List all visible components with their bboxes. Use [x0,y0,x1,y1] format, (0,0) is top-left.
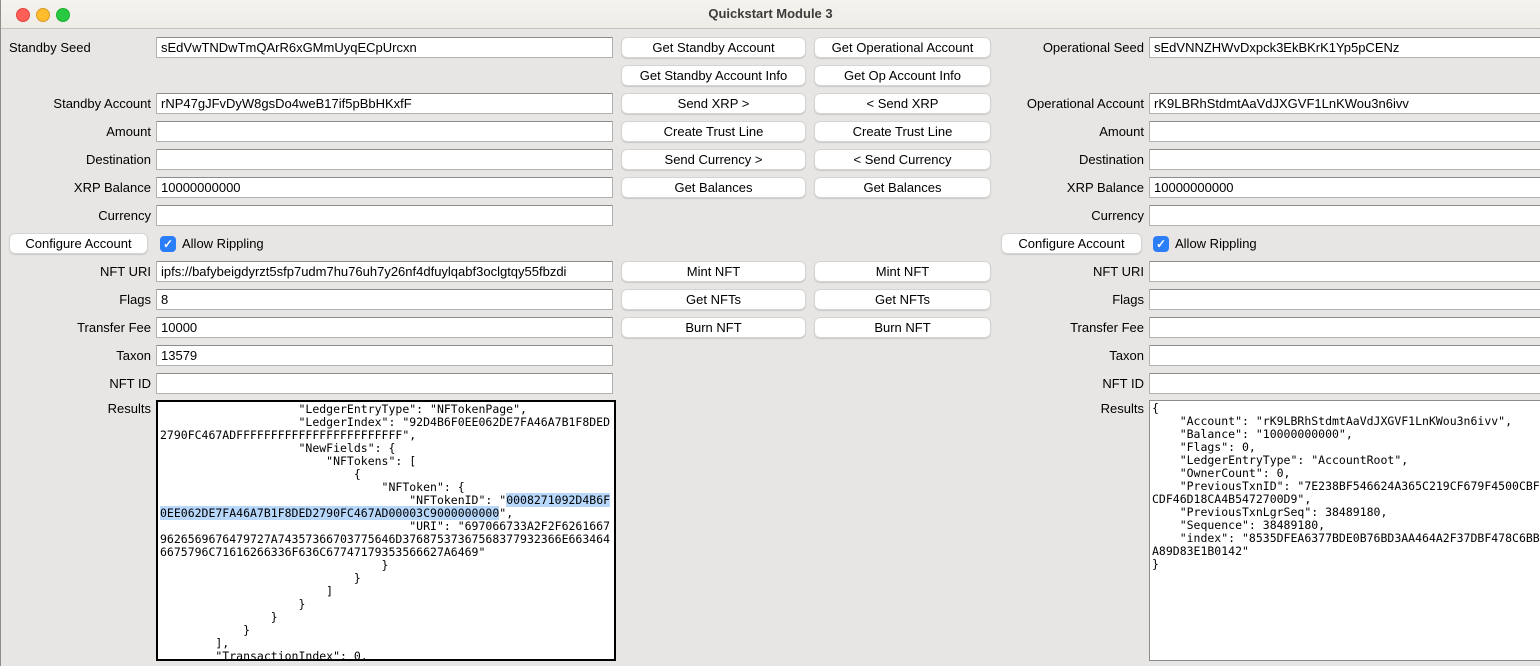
standby-amount-input[interactable] [156,121,613,142]
operational-results-label: Results [994,401,1144,416]
operational-currency-input[interactable] [1149,205,1540,226]
get-operational-account-button[interactable]: Get Operational Account [814,37,991,58]
send-xrp-right-button[interactable]: Send XRP > [621,93,806,114]
get-standby-account-button[interactable]: Get Standby Account [621,37,806,58]
standby-results-label: Results [1,401,151,416]
operational-flags-label: Flags [994,289,1144,310]
operational-nft-uri-label: NFT URI [994,261,1144,282]
get-nfts-left-button[interactable]: Get NFTs [621,289,806,310]
operational-xrp-balance-input[interactable] [1149,177,1540,198]
operational-transfer-fee-label: Transfer Fee [994,317,1144,338]
get-standby-account-info-button[interactable]: Get Standby Account Info [621,65,806,86]
checkmark-icon: ✓ [163,237,173,251]
get-balances-right-button[interactable]: Get Balances [814,177,991,198]
standby-nft-uri-input[interactable] [156,261,613,282]
standby-allow-rippling-checkbox[interactable]: ✓ [160,236,176,252]
standby-taxon-label: Taxon [1,345,151,366]
operational-amount-label: Amount [994,121,1144,142]
operational-seed-input[interactable] [1149,37,1540,58]
operational-transfer-fee-input[interactable] [1149,317,1540,338]
burn-nft-left-button[interactable]: Burn NFT [621,317,806,338]
operational-flags-input[interactable] [1149,289,1540,310]
operational-destination-input[interactable] [1149,149,1540,170]
standby-transfer-fee-label: Transfer Fee [1,317,151,338]
standby-xrp-balance-label: XRP Balance [1,177,151,198]
operational-account-input[interactable] [1149,93,1540,114]
standby-amount-label: Amount [1,121,151,142]
standby-nft-id-label: NFT ID [1,373,151,394]
operational-taxon-label: Taxon [994,345,1144,366]
standby-results-textarea[interactable]: "LedgerEntryType": "NFTokenPage", "Ledge… [156,400,616,661]
checkmark-icon: ✓ [1156,237,1166,251]
operational-configure-account-button[interactable]: Configure Account [1001,233,1142,254]
operational-nft-id-input[interactable] [1149,373,1540,394]
operational-xrp-balance-label: XRP Balance [994,177,1144,198]
standby-transfer-fee-input[interactable] [156,317,613,338]
standby-xrp-balance-input[interactable] [156,177,613,198]
create-trust-line-right-button[interactable]: Create Trust Line [814,121,991,142]
operational-allow-rippling-checkbox[interactable]: ✓ [1153,236,1169,252]
standby-seed-label: Standby Seed [1,37,151,58]
get-balances-left-button[interactable]: Get Balances [621,177,806,198]
standby-taxon-input[interactable] [156,345,613,366]
send-xrp-left-button[interactable]: < Send XRP [814,93,991,114]
operational-account-label: Operational Account [994,93,1144,114]
standby-destination-input[interactable] [156,149,613,170]
window-title: Quickstart Module 3 [1,0,1540,28]
operational-allow-rippling-label: Allow Rippling [1175,234,1257,255]
get-op-account-info-button[interactable]: Get Op Account Info [814,65,991,86]
operational-nft-id-label: NFT ID [994,373,1144,394]
burn-nft-right-button[interactable]: Burn NFT [814,317,991,338]
standby-flags-label: Flags [1,289,151,310]
create-trust-line-left-button[interactable]: Create Trust Line [621,121,806,142]
mint-nft-left-button[interactable]: Mint NFT [621,261,806,282]
operational-results-textarea[interactable]: { "Account": "rK9LBRhStdmtAaVdJXGVF1LnKW… [1149,400,1540,661]
standby-results-text-after: ", "URI": "697066733A2F2F6261667 9626569… [160,506,610,661]
standby-configure-account-button[interactable]: Configure Account [9,233,148,254]
operational-currency-label: Currency [994,205,1144,226]
title-bar: Quickstart Module 3 [1,0,1540,29]
standby-currency-input[interactable] [156,205,613,226]
standby-account-input[interactable] [156,93,613,114]
get-nfts-right-button[interactable]: Get NFTs [814,289,991,310]
operational-destination-label: Destination [994,149,1144,170]
operational-seed-label: Operational Seed [994,37,1144,58]
standby-nft-id-input[interactable] [156,373,613,394]
standby-results-text-before: "LedgerEntryType": "NFTokenPage", "Ledge… [160,402,610,507]
operational-results-text: { "Account": "rK9LBRhStdmtAaVdJXGVF1LnKW… [1152,401,1540,571]
app-window: Quickstart Module 3 Standby Seed Standby… [0,0,1540,666]
operational-taxon-input[interactable] [1149,345,1540,366]
operational-nft-uri-input[interactable] [1149,261,1540,282]
standby-currency-label: Currency [1,205,151,226]
operational-amount-input[interactable] [1149,121,1540,142]
standby-allow-rippling-label: Allow Rippling [182,234,264,255]
standby-account-label: Standby Account [1,93,151,114]
send-currency-right-button[interactable]: Send Currency > [621,149,806,170]
send-currency-left-button[interactable]: < Send Currency [814,149,991,170]
standby-destination-label: Destination [1,149,151,170]
mint-nft-right-button[interactable]: Mint NFT [814,261,991,282]
standby-flags-input[interactable] [156,289,613,310]
standby-nft-uri-label: NFT URI [1,261,151,282]
standby-seed-input[interactable] [156,37,613,58]
